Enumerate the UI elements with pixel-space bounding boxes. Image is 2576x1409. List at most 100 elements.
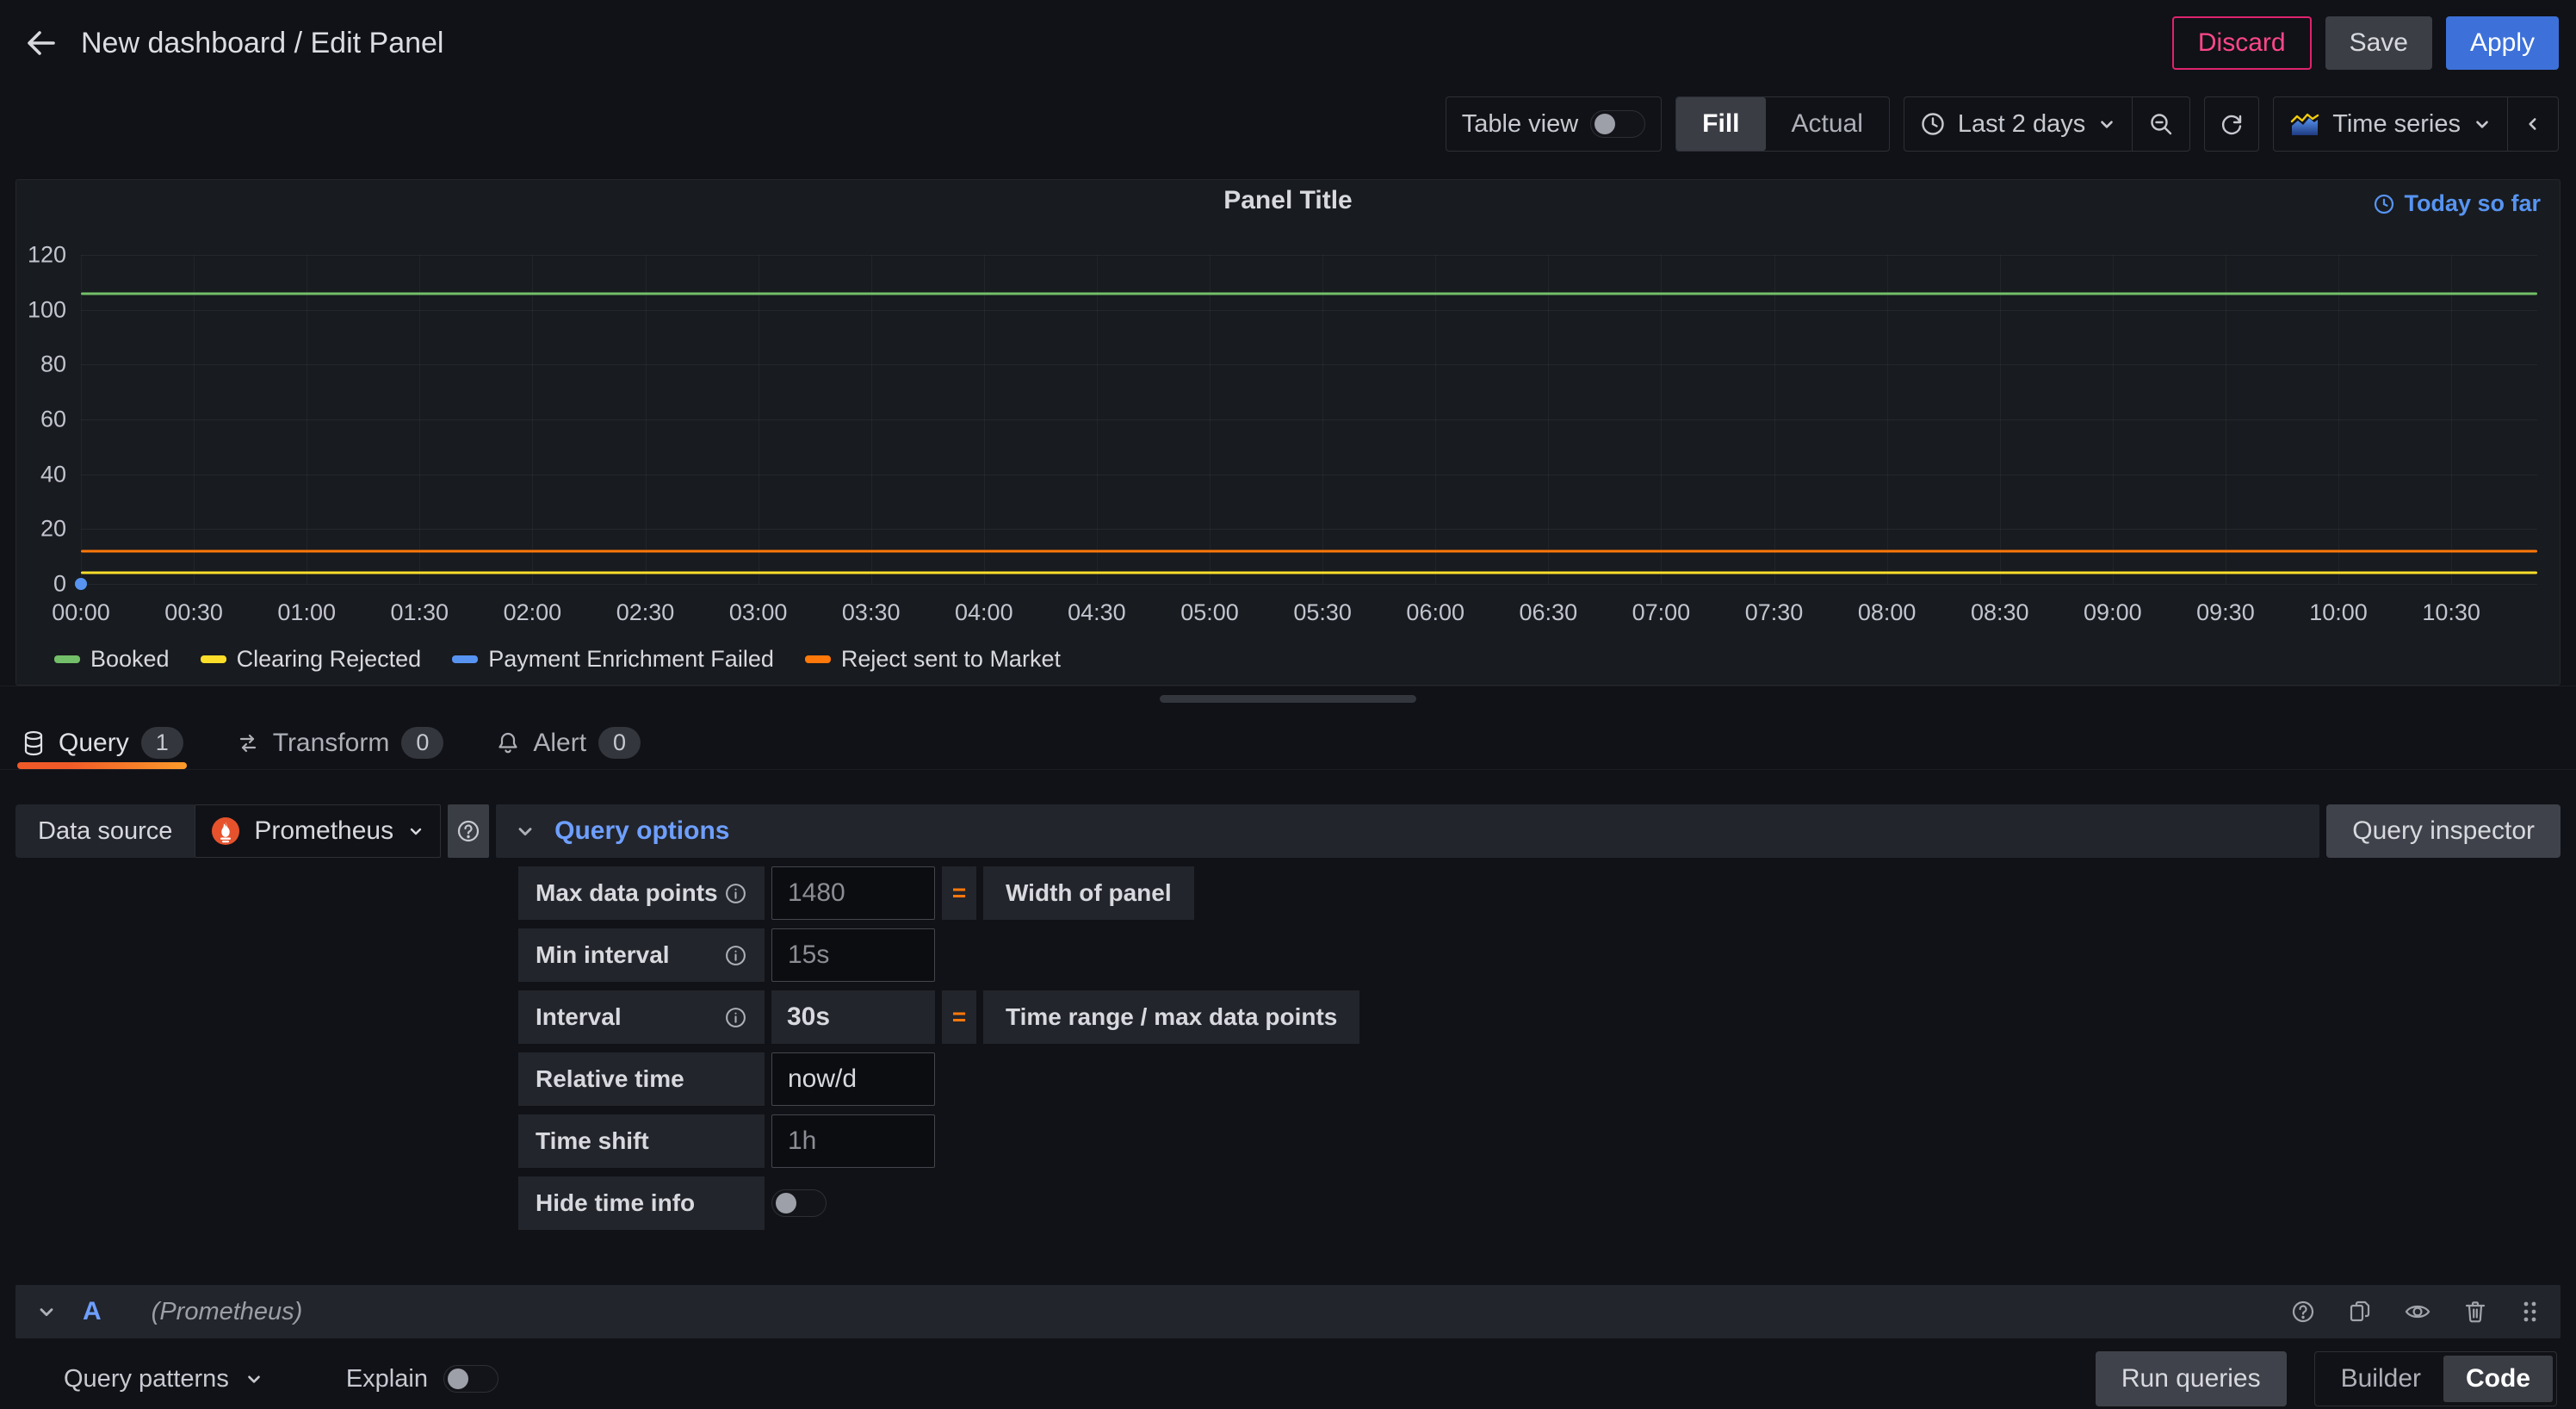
- x-tick-label: 01:30: [391, 599, 449, 626]
- collapse-options-button[interactable]: [2508, 97, 2558, 151]
- legend-item[interactable]: Reject sent to Market: [805, 646, 1061, 673]
- y-tick-label: 20: [16, 516, 66, 543]
- gridline: [2113, 255, 2114, 584]
- min-interval-input[interactable]: [771, 928, 935, 982]
- gridline: [984, 255, 985, 584]
- datasource-row: Data source Prometheus: [15, 804, 2561, 858]
- tab-transform[interactable]: Transform 0: [232, 717, 448, 769]
- actual-segment[interactable]: Actual: [1766, 97, 1889, 151]
- gridline: [81, 310, 2537, 311]
- query-footer-row: Query patterns Explain Run queries Build…: [15, 1349, 2561, 1409]
- legend-item[interactable]: Clearing Rejected: [201, 646, 422, 673]
- duplicate-query-button[interactable]: [2347, 1299, 2373, 1325]
- fill-segment[interactable]: Fill: [1676, 97, 1765, 151]
- query-options-header[interactable]: Query options: [496, 804, 2319, 858]
- gridline: [1322, 255, 1323, 584]
- max-data-points-input[interactable]: [771, 866, 935, 920]
- query-ref-id: A: [83, 1297, 102, 1326]
- relative-time-input[interactable]: [771, 1052, 935, 1106]
- hide-time-info-row: Hide time info: [518, 1176, 2561, 1230]
- time-note-link[interactable]: Today so far: [2373, 190, 2541, 217]
- discard-button[interactable]: Discard: [2172, 16, 2312, 70]
- y-axis: 020406080100120: [16, 255, 66, 584]
- refresh-button[interactable]: [2204, 96, 2259, 152]
- relative-time-label: Relative time: [518, 1052, 765, 1106]
- max-data-points-row: Max data points = Width of panel: [518, 866, 2561, 920]
- back-button[interactable]: [17, 19, 65, 67]
- fill-actual-segmented: Fill Actual: [1675, 96, 1890, 152]
- time-range-picker[interactable]: Last 2 days: [1904, 97, 2132, 151]
- info-circle-icon: [724, 1006, 747, 1029]
- x-tick-label: 05:00: [1180, 599, 1239, 626]
- gridline: [1774, 255, 1775, 584]
- y-tick-label: 60: [16, 407, 66, 433]
- save-button[interactable]: Save: [2325, 16, 2432, 70]
- apply-button[interactable]: Apply: [2446, 16, 2559, 70]
- builder-segment[interactable]: Builder: [2319, 1356, 2443, 1402]
- chevron-down-icon: [2473, 115, 2492, 133]
- timeseries-icon: [2289, 112, 2320, 136]
- legend-item[interactable]: Payment Enrichment Failed: [452, 646, 774, 673]
- gridline: [646, 255, 647, 584]
- query-patterns-dropdown[interactable]: Query patterns: [64, 1365, 263, 1393]
- x-tick-label: 00:00: [52, 599, 110, 626]
- explain-label: Explain: [346, 1365, 428, 1393]
- explain-toggle[interactable]: [443, 1365, 498, 1393]
- gridline: [81, 255, 82, 584]
- zoom-out-button[interactable]: [2133, 97, 2189, 151]
- legend-label: Clearing Rejected: [237, 646, 422, 673]
- hide-time-info-label: Hide time info: [518, 1176, 765, 1230]
- question-circle-icon: [2290, 1299, 2316, 1325]
- y-tick-label: 80: [16, 351, 66, 378]
- hide-time-info-toggle[interactable]: [771, 1189, 827, 1217]
- query-drag-handle[interactable]: [2519, 1299, 2540, 1325]
- query-help-button[interactable]: [2290, 1299, 2316, 1325]
- x-tick-label: 10:00: [2309, 599, 2368, 626]
- x-tick-label: 00:30: [164, 599, 223, 626]
- tab-alert[interactable]: Alert 0: [492, 717, 644, 769]
- chart-legend: Booked Clearing Rejected Payment Enrichmen…: [54, 646, 1061, 673]
- gridline: [81, 419, 2537, 420]
- x-tick-label: 01:00: [277, 599, 336, 626]
- page-title: New dashboard / Edit Panel: [81, 27, 443, 60]
- gridline: [2000, 255, 2001, 584]
- topbar-actions: Discard Save Apply: [2172, 16, 2559, 70]
- code-segment[interactable]: Code: [2443, 1356, 2553, 1402]
- interval-row: Interval 30s = Time range / max data poi…: [518, 990, 2561, 1044]
- gridline: [1548, 255, 1549, 584]
- x-tick-label: 04:30: [1068, 599, 1126, 626]
- pane-splitter-handle[interactable]: [1160, 695, 1416, 703]
- y-tick-label: 0: [16, 571, 66, 598]
- topbar: New dashboard / Edit Panel Discard Save …: [0, 0, 2576, 86]
- gridline: [81, 255, 2537, 256]
- datasource-help-button[interactable]: [448, 804, 489, 858]
- gridline: [194, 255, 195, 584]
- run-queries-button[interactable]: Run queries: [2096, 1351, 2287, 1406]
- delete-query-button[interactable]: [2462, 1299, 2488, 1325]
- tab-label: Query: [59, 729, 129, 758]
- viz-picker[interactable]: Time series: [2274, 97, 2507, 151]
- legend-swatch: [54, 655, 80, 663]
- query-row[interactable]: A (Prometheus): [15, 1285, 2561, 1338]
- prometheus-logo-icon: [211, 816, 240, 846]
- panel-toolbar: Table view Fill Actual Last 2 days: [0, 86, 2576, 162]
- toggle-visibility-button[interactable]: [2404, 1299, 2431, 1325]
- query-inspector-button[interactable]: Query inspector: [2326, 804, 2561, 858]
- legend-swatch: [452, 655, 478, 663]
- time-shift-input[interactable]: [771, 1114, 935, 1168]
- x-tick-label: 08:00: [1858, 599, 1917, 626]
- y-tick-label: 120: [16, 242, 66, 269]
- tab-badge: 1: [141, 727, 183, 759]
- datasource-select[interactable]: Prometheus: [195, 804, 441, 858]
- time-note-label: Today so far: [2404, 190, 2541, 217]
- magnifier-minus-icon: [2148, 111, 2174, 137]
- plot-area[interactable]: [81, 255, 2537, 584]
- builder-code-segmented: Builder Code: [2314, 1351, 2557, 1406]
- panel-header[interactable]: Panel Title Today so far: [16, 180, 2560, 221]
- tab-query[interactable]: Query 1: [17, 717, 187, 769]
- tab-label: Transform: [273, 729, 390, 758]
- table-view-toggle[interactable]: [1590, 110, 1645, 138]
- query-collapse-chevron[interactable]: [36, 1301, 57, 1322]
- legend-item[interactable]: Booked: [54, 646, 170, 673]
- gridline: [81, 584, 2537, 585]
